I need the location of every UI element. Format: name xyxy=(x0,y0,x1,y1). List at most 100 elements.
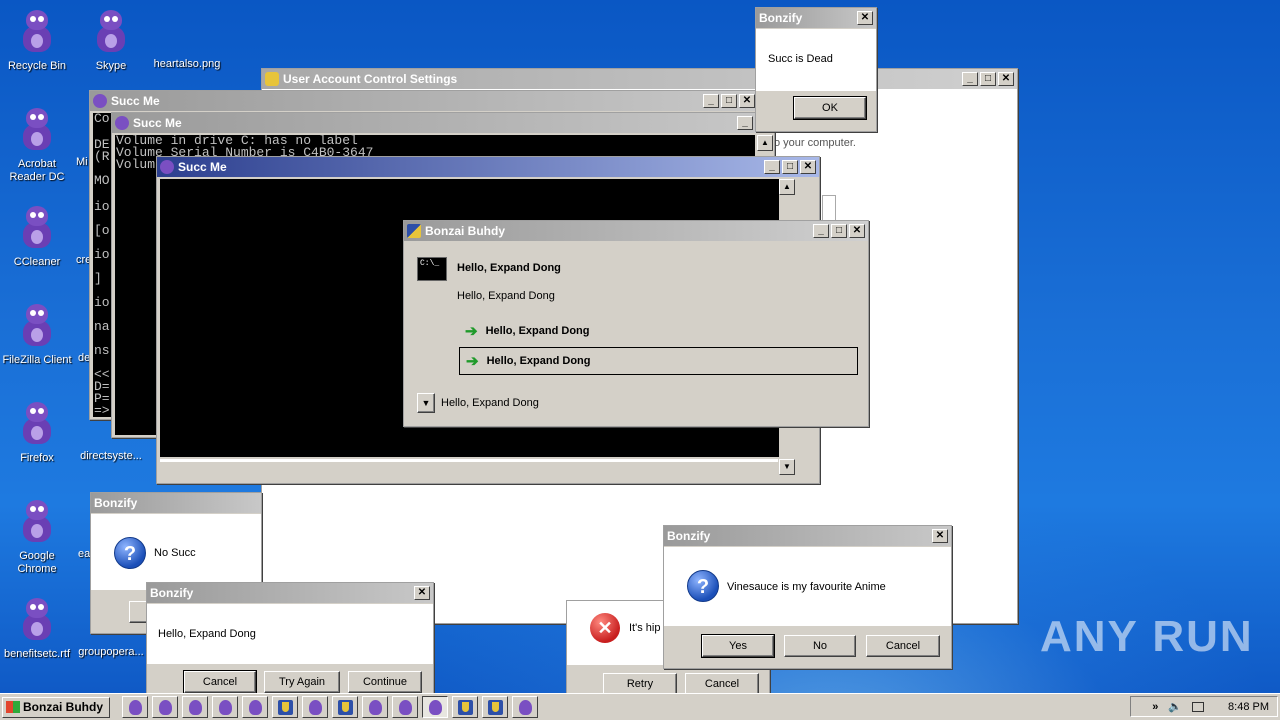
close-button[interactable]: ✕ xyxy=(849,224,865,238)
bonzify-dead-dialog[interactable]: Bonzify ✕ Succ is Dead OK xyxy=(755,7,877,132)
no-button[interactable]: No xyxy=(784,635,856,657)
bonzify-titlebar[interactable]: Bonzify ✕ xyxy=(664,526,951,546)
console-line: ns xyxy=(94,343,110,358)
desktop-icon-skype[interactable]: Skype xyxy=(74,8,148,73)
retry-button[interactable]: Retry xyxy=(603,673,677,695)
desktop-icon-heartalso[interactable]: heartalso.png xyxy=(148,58,226,71)
close-button[interactable]: ✕ xyxy=(857,11,873,25)
desktop-icon-chrome[interactable]: Google Chrome xyxy=(0,498,74,576)
taskbar-app-button[interactable] xyxy=(272,696,298,718)
minimize-button[interactable]: _ xyxy=(703,94,719,108)
desktop-icon-ccleaner[interactable]: CCleaner xyxy=(0,204,74,269)
scroll-down-button[interactable]: ▼ xyxy=(779,459,795,475)
close-button[interactable]: ✕ xyxy=(414,586,430,600)
tray-expand-icon[interactable]: » xyxy=(1152,701,1158,713)
bonzi-icon xyxy=(219,700,232,715)
maximize-button[interactable]: □ xyxy=(782,160,798,174)
cancel-button[interactable]: Cancel xyxy=(685,673,759,695)
command-link-2[interactable]: ➔ Hello, Expand Dong xyxy=(459,347,858,375)
scroll-up-button[interactable]: ▲ xyxy=(779,179,795,195)
taskbar-app-button[interactable] xyxy=(452,696,478,718)
start-button[interactable]: Bonzai Buhdy xyxy=(2,696,110,718)
minimize-button[interactable]: _ xyxy=(737,116,753,130)
taskbar-app-button[interactable] xyxy=(422,696,448,718)
taskbar-app-button[interactable] xyxy=(302,696,328,718)
minimize-button[interactable]: _ xyxy=(764,160,780,174)
desktop-icon-firefox[interactable]: Firefox xyxy=(0,400,74,465)
bonzi-icon xyxy=(189,700,202,715)
bonzi-icon xyxy=(129,700,142,715)
taskbar-app-button[interactable] xyxy=(362,696,388,718)
anyrun-watermark: ANY RUN xyxy=(1040,612,1254,661)
desktop-icon-recycle-bin[interactable]: Recycle Bin xyxy=(0,8,74,73)
bonzi-icon xyxy=(399,700,412,715)
bonzi-icon xyxy=(309,700,322,715)
green-arrow-icon: ➔ xyxy=(465,323,478,340)
bonzify-titlebar[interactable]: Bonzify xyxy=(91,493,261,513)
bonzai-buhdy-dialog[interactable]: Bonzai Buhdy _ □ ✕ C:\_ Hello, Expand Dong… xyxy=(403,220,869,427)
clock[interactable]: 8:48 PM xyxy=(1228,701,1269,713)
command-link-1[interactable]: ➔ Hello, Expand Dong xyxy=(459,319,858,343)
uac-field xyxy=(822,195,836,221)
cancel-button[interactable]: Cancel xyxy=(183,670,257,694)
windows-logo-icon xyxy=(6,701,20,713)
console-line: (R xyxy=(94,149,110,164)
desktop-icon-filezilla[interactable]: FileZilla Client xyxy=(0,302,74,367)
minimize-button[interactable]: _ xyxy=(813,224,829,238)
desktop-icon-directsystem[interactable]: directsyste... xyxy=(74,450,148,463)
horizontal-scrollbar[interactable] xyxy=(160,459,778,479)
yes-button[interactable]: Yes xyxy=(701,634,775,658)
close-button[interactable]: ✕ xyxy=(800,160,816,174)
minimize-button[interactable]: _ xyxy=(962,72,978,86)
desktop-icon-mi[interactable]: Mi xyxy=(76,156,90,169)
taskbar-app-button[interactable] xyxy=(182,696,208,718)
bonzi-icon xyxy=(21,500,53,544)
message-area: Hello, Expand Dong xyxy=(147,604,433,664)
close-button[interactable]: ✕ xyxy=(932,529,948,543)
taskbar-app-button[interactable] xyxy=(152,696,178,718)
bonzify-titlebar[interactable]: Bonzify ✕ xyxy=(147,583,433,603)
volume-icon[interactable]: 🔈 xyxy=(1168,700,1182,713)
bonzai-titlebar[interactable]: Bonzai Buhdy _ □ ✕ xyxy=(404,221,868,241)
taskbar-app-button[interactable] xyxy=(242,696,268,718)
maximize-button[interactable]: □ xyxy=(721,94,737,108)
taskbar-app-button[interactable] xyxy=(332,696,358,718)
close-button[interactable]: ✕ xyxy=(998,72,1014,86)
system-tray: » 🔈 8:48 PM xyxy=(1130,696,1278,717)
shield-icon xyxy=(278,700,293,715)
message-area: ? No Succ xyxy=(91,514,261,590)
details-label: Hello, Expand Dong xyxy=(441,397,539,409)
message-text: It's hip xyxy=(629,622,661,634)
maximize-button[interactable]: □ xyxy=(980,72,996,86)
ok-button[interactable]: OK xyxy=(793,96,867,120)
desktop-icon-acrobat[interactable]: Acrobat Reader DC xyxy=(0,106,74,184)
succ-mid-titlebar[interactable]: Succ Me _□ xyxy=(112,113,774,133)
bonzi-icon xyxy=(519,700,532,715)
scroll-up-button[interactable]: ▲ xyxy=(757,135,773,151)
taskbar-app-button[interactable] xyxy=(392,696,418,718)
bonzi-icon xyxy=(21,402,53,446)
try-again-button[interactable]: Try Again xyxy=(264,671,340,693)
bonzify-anime-dialog[interactable]: Bonzify ✕ ? Vinesauce is my favourite An… xyxy=(663,525,952,669)
console-line: MO xyxy=(94,173,110,188)
message-area: ? Vinesauce is my favourite Anime xyxy=(664,547,951,626)
taskbar-app-button[interactable] xyxy=(482,696,508,718)
taskbar-app-button[interactable] xyxy=(122,696,148,718)
network-icon[interactable] xyxy=(1192,701,1205,712)
console-line: => xyxy=(94,403,110,417)
bonzify-expand-dialog[interactable]: Bonzify ✕ Hello, Expand Dong Cancel Try … xyxy=(146,582,434,694)
maximize-button[interactable]: □ xyxy=(831,224,847,238)
succ-back-titlebar[interactable]: Succ Me _ □ ✕ xyxy=(90,91,758,111)
cancel-button[interactable]: Cancel xyxy=(866,635,940,657)
continue-button[interactable]: Continue xyxy=(348,671,422,693)
bonzify-titlebar[interactable]: Bonzify ✕ xyxy=(756,8,876,28)
uac-titlebar[interactable]: User Account Control Settings _ □ ✕ xyxy=(262,69,1017,89)
succ-front-titlebar[interactable]: Succ Me _ □ ✕ xyxy=(157,157,819,177)
desktop-icon-groupopera[interactable]: groupopera... xyxy=(74,646,148,659)
desktop-icon-benefitsetc[interactable]: benefitsetc.rtf xyxy=(0,596,74,661)
taskbar-app-button[interactable] xyxy=(212,696,238,718)
taskbar-app-button[interactable] xyxy=(512,696,538,718)
desktop-icon-cre[interactable]: cre xyxy=(76,254,91,267)
close-button[interactable]: ✕ xyxy=(739,94,755,108)
expand-details-button[interactable]: ▼ xyxy=(417,393,435,413)
